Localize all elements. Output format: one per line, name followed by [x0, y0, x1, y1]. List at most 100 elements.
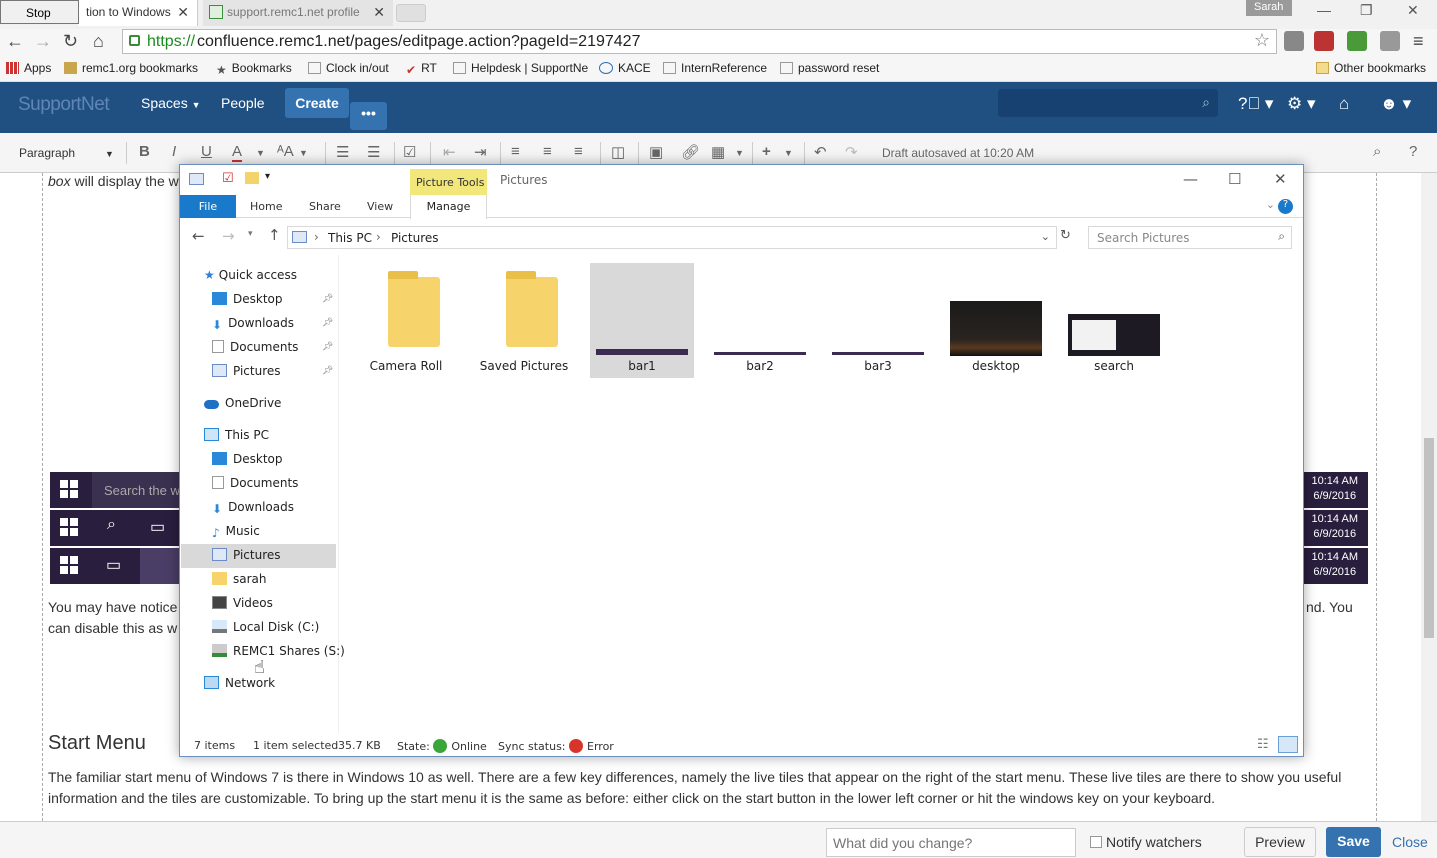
close-window-icon[interactable]: ✕: [1407, 2, 1419, 19]
nav-pc-videos[interactable]: Videos: [212, 592, 273, 616]
nav-pc-pictures[interactable]: Pictures: [181, 544, 336, 568]
close-window-icon[interactable]: ✕: [1274, 170, 1287, 188]
nav-qa-documents[interactable]: Documents 📌︎: [212, 336, 337, 360]
nav-pc-desktop[interactable]: Desktop: [212, 448, 283, 472]
chevron-down-icon[interactable]: ▼: [735, 148, 744, 158]
puzzle-extension-icon[interactable]: [1314, 31, 1334, 51]
breadcrumb-this-pc[interactable]: This PC: [328, 231, 372, 245]
notifications-icon[interactable]: ⌂: [1339, 94, 1349, 114]
explorer-title-bar[interactable]: ☑ ▾ Picture Tools Pictures — ☐ ✕: [180, 165, 1303, 195]
text-color-icon[interactable]: A: [232, 143, 243, 162]
minimize-icon[interactable]: —: [1317, 2, 1331, 18]
nav-qa-pictures[interactable]: Pictures 📌︎: [212, 360, 337, 384]
properties-icon[interactable]: ☑: [222, 171, 234, 186]
nav-pc-music[interactable]: ♪ Music: [212, 520, 260, 544]
nav-this-pc[interactable]: This PC: [204, 424, 269, 448]
bookmark-remc1-org[interactable]: remc1.org bookmarks: [64, 61, 198, 75]
confluence-search-input[interactable]: ⌕: [998, 89, 1218, 117]
chevron-down-icon[interactable]: ▼: [299, 148, 308, 158]
details-view-icon[interactable]: ☷: [1257, 737, 1269, 752]
redo-icon[interactable]: ↷: [845, 143, 858, 161]
nav-pc-sarah[interactable]: sarah: [212, 568, 267, 592]
menu-icon[interactable]: ≡: [1413, 31, 1424, 52]
nav-qa-downloads[interactable]: ⬇ Downloads 📌︎: [212, 312, 337, 336]
checkbox-icon[interactable]: [1090, 836, 1102, 848]
more-create-button[interactable]: •••: [350, 102, 387, 130]
outdent-icon[interactable]: ⇤: [443, 143, 456, 161]
logo[interactable]: SupportNet: [18, 94, 110, 116]
forward-icon[interactable]: →: [34, 31, 52, 52]
browser-tab[interactable]: support.remc1.net profile ✕: [203, 0, 393, 26]
back-icon[interactable]: ←: [6, 31, 24, 52]
recent-locations-icon[interactable]: ▾: [248, 229, 253, 239]
close-link[interactable]: Close: [1392, 834, 1428, 850]
align-center-icon[interactable]: ≡: [543, 143, 552, 160]
page-scrollbar[interactable]: [1421, 173, 1437, 821]
page-layout-icon[interactable]: ◫: [611, 143, 625, 161]
insert-image-icon[interactable]: ▣: [649, 143, 663, 161]
reload-icon[interactable]: ↻: [63, 31, 78, 52]
path-bar[interactable]: › This PC › Pictures ⌄: [287, 226, 1057, 249]
file-item-bar1[interactable]: bar1: [590, 263, 694, 378]
nav-pc-remc1-shares[interactable]: REMC1 Shares (S:): [212, 640, 345, 664]
bookmark-apps[interactable]: Apps: [6, 61, 51, 75]
insert-more-icon[interactable]: +: [762, 143, 771, 160]
spaces-menu[interactable]: Spaces ▼: [141, 95, 201, 111]
nav-onedrive[interactable]: OneDrive: [204, 392, 281, 416]
help-icon[interactable]: ?: [1278, 199, 1293, 214]
explorer-search-input[interactable]: Search Pictures ⌕: [1088, 226, 1292, 249]
new-tab-button[interactable]: [396, 4, 426, 22]
profile-badge[interactable]: Sarah: [1246, 0, 1292, 16]
task-list-icon[interactable]: ☑: [403, 143, 416, 161]
bookmark-bookmarks[interactable]: ★ Bookmarks: [216, 61, 292, 77]
link-icon[interactable]: 🔗︎: [681, 143, 700, 161]
underline-icon[interactable]: U: [201, 143, 212, 160]
bookmark-rt[interactable]: ✔ RT: [406, 61, 437, 77]
bookmark-kace[interactable]: KACE: [599, 61, 651, 75]
change-comment-input[interactable]: [826, 828, 1076, 857]
bullet-list-icon[interactable]: ☰: [336, 143, 349, 161]
user-avatar-icon[interactable]: ☻ ▾: [1380, 94, 1411, 114]
file-item-search[interactable]: search: [1062, 263, 1166, 378]
nav-pc-local-disk[interactable]: Local Disk (C:): [212, 616, 319, 640]
camera-extension-icon[interactable]: [1380, 31, 1400, 51]
tab-manage[interactable]: Manage: [410, 195, 487, 219]
help-icon[interactable]: ?: [1409, 143, 1417, 160]
bookmark-clock-in-out[interactable]: Clock in/out: [308, 61, 389, 75]
file-item-saved-pictures[interactable]: Saved Pictures: [472, 263, 576, 378]
text-format-icon[interactable]: ᴬA: [277, 143, 294, 160]
preview-button[interactable]: Preview: [1244, 827, 1316, 857]
other-bookmarks[interactable]: Other bookmarks: [1316, 61, 1426, 75]
tab-share[interactable]: Share: [309, 200, 341, 213]
new-folder-icon[interactable]: [245, 172, 259, 184]
nav-pc-downloads[interactable]: ⬇ Downloads: [212, 496, 294, 520]
file-explorer-window[interactable]: ☑ ▾ Picture Tools Pictures — ☐ ✕ File Ho…: [179, 164, 1304, 757]
file-item-camera-roll[interactable]: Camera Roll: [354, 263, 458, 378]
close-tab-icon[interactable]: ✕: [373, 4, 385, 21]
file-item-bar3[interactable]: bar3: [826, 263, 930, 378]
tab-home[interactable]: Home: [250, 200, 282, 213]
indent-icon[interactable]: ⇥: [474, 143, 487, 161]
url-bar[interactable]: https:// confluence.remc1.net/pages/edit…: [122, 29, 1277, 54]
breadcrumb-pictures[interactable]: Pictures: [391, 231, 439, 245]
back-icon[interactable]: ←: [192, 227, 205, 245]
close-tab-icon[interactable]: ✕: [177, 4, 189, 21]
numbered-list-icon[interactable]: ☰: [367, 143, 380, 161]
create-button[interactable]: Create: [285, 88, 349, 118]
home-icon[interactable]: ⌂: [93, 31, 104, 52]
chevron-down-icon[interactable]: ▼: [784, 148, 793, 158]
table-icon[interactable]: ▦: [711, 143, 725, 161]
bookmark-star-icon[interactable]: ☆: [1254, 30, 1270, 51]
save-button[interactable]: Save: [1326, 827, 1381, 857]
path-dropdown-icon[interactable]: ⌄: [1041, 230, 1050, 243]
nav-quick-access[interactable]: ★ Quick access: [204, 264, 297, 288]
maximize-icon[interactable]: ☐: [1228, 170, 1241, 188]
italic-icon[interactable]: I: [172, 143, 176, 160]
nav-qa-desktop[interactable]: Desktop 📌︎: [212, 288, 337, 312]
up-icon[interactable]: ↑: [268, 226, 281, 244]
paragraph-style-dropdown[interactable]: Paragraph ▼: [19, 146, 114, 160]
file-item-bar2[interactable]: bar2: [708, 263, 812, 378]
chevron-down-icon[interactable]: ▼: [256, 148, 265, 158]
help-icon[interactable]: ?⃝ ▾: [1238, 94, 1273, 114]
large-icons-view-icon[interactable]: [1278, 736, 1298, 753]
